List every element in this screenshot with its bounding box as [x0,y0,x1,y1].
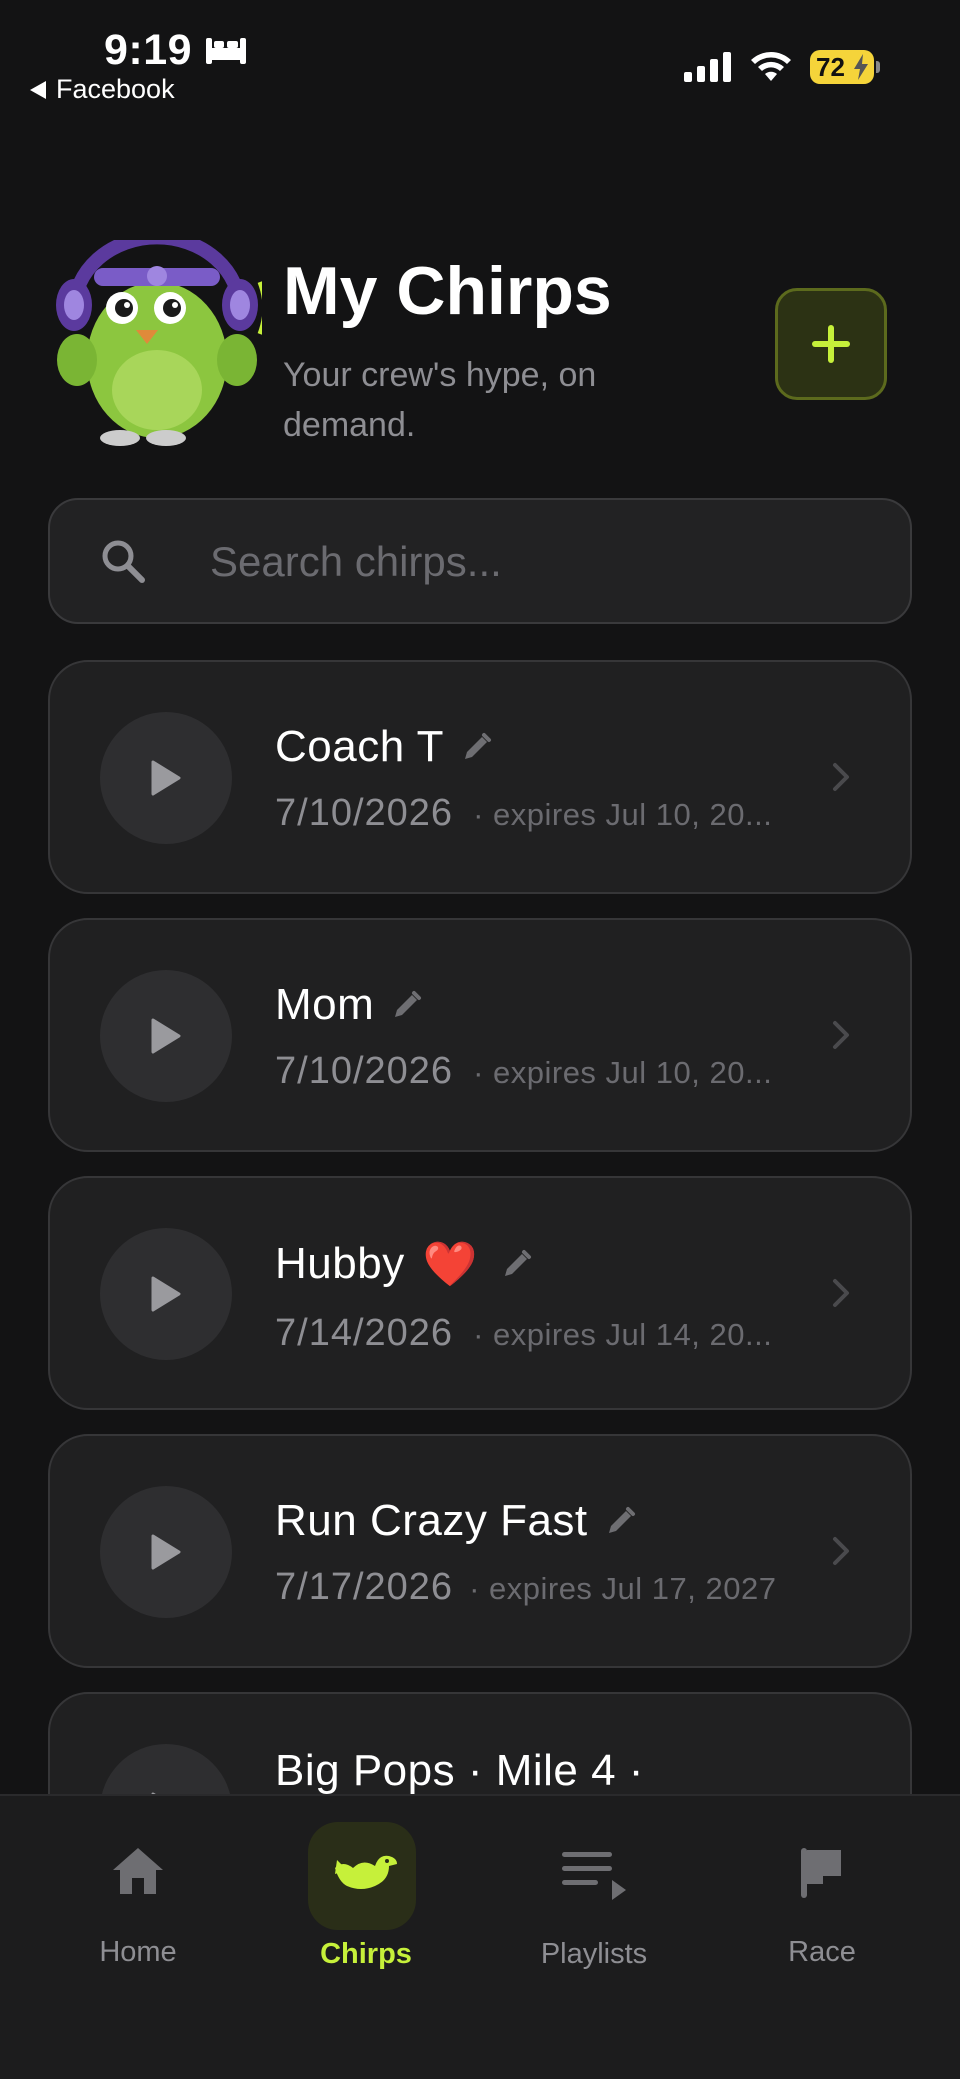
screen: 9:19 Facebook 72 My Chirps Your crew's h… [0,0,960,2079]
chirp-meta: 7/17/2026 · expires Jul 17, 2027 [275,1566,855,1609]
page-title: My Chirps [283,253,612,329]
edit-pencil-icon[interactable] [502,1249,532,1279]
battery-tip [876,61,880,73]
mascot-bird-icon [56,240,262,446]
play-icon [151,1534,181,1570]
play-button[interactable] [100,970,232,1102]
chirp-date: 7/10/2026 [275,792,454,834]
back-to-app-link[interactable]: Facebook [30,74,175,105]
edit-pencil-icon[interactable] [606,1506,636,1536]
chirp-card[interactable]: Coach T 7/10/2026 · expires Jul 10, 20..… [48,660,912,894]
chirp-expires: · expires Jul 14, 20... [473,1317,773,1352]
chirp-expires: · expires Jul 10, 20... [473,797,773,832]
play-icon [151,1018,181,1054]
play-icon [151,1276,181,1312]
chirp-name-row: Coach T [275,722,492,772]
status-indicators: 72 [684,50,880,84]
chirp-card[interactable]: Run Crazy Fast 7/17/2026 · expires Jul 1… [48,1434,912,1668]
home-icon [111,1846,165,1896]
bottom-tab-bar: Home Chirps Playlists Race [0,1794,960,2079]
chirp-name-row: Run Crazy Fast [275,1496,636,1546]
play-button[interactable] [100,712,232,844]
playlist-icon [560,1850,628,1900]
bird-icon [333,1850,399,1894]
chirp-name: Hubby [275,1239,405,1288]
wifi-icon [751,52,791,81]
chevron-right-icon [833,763,849,791]
chirp-name-row: Big Pops · Mile 4 · [275,1746,644,1796]
search-icon [102,540,145,583]
edit-pencil-icon[interactable] [392,990,422,1020]
chirp-date: 7/14/2026 [275,1312,454,1354]
tab-label: Race [788,1936,856,1968]
sleep-bed-icon [206,37,247,64]
battery-level: 72 [816,51,845,82]
tab-playlists[interactable]: Playlists [494,1796,694,1996]
plus-icon [812,325,850,363]
chirp-card[interactable]: Mom 7/10/2026 · expires Jul 10, 20... [48,918,912,1152]
chirp-name: Mom [275,980,375,1029]
cellular-signal-icon [684,52,731,82]
play-icon [151,760,181,796]
back-triangle-icon [30,80,46,99]
tab-label: Chirps [320,1938,412,1970]
chirp-meta: 7/14/2026 · expires Jul 14, 20... [275,1312,815,1355]
page-subtitle: Your crew's hype, on demand. [283,356,597,444]
search-bar [48,498,912,624]
tab-home[interactable]: Home [38,1796,238,1996]
tab-race[interactable]: Race [722,1796,922,1996]
chirp-date: 7/10/2026 [275,1050,454,1092]
tab-label: Playlists [540,1938,648,1970]
heart-emoji: ❤️ [422,1240,478,1289]
chevron-right-icon [833,1537,849,1565]
play-button[interactable] [100,1486,232,1618]
status-time: 9:19 [104,26,248,75]
search-input[interactable] [210,530,860,594]
chevron-right-icon [833,1021,849,1049]
chirp-name-row: Mom [275,980,422,1030]
play-button[interactable] [100,1228,232,1360]
charging-bolt-icon [854,54,868,80]
flag-icon [799,1846,845,1900]
chirp-meta: 7/10/2026 · expires Jul 10, 20... [275,1050,815,1093]
chirp-name: Big Pops · Mile 4 · [275,1746,644,1795]
battery-indicator: 72 [810,50,874,84]
edit-pencil-icon[interactable] [462,732,492,762]
chirp-card[interactable]: Hubby ❤️ 7/14/2026 · expires Jul 14, 20.… [48,1176,912,1410]
tab-chirps[interactable]: Chirps [266,1796,466,1996]
chevron-right-icon [833,1279,849,1307]
back-app-label: Facebook [56,74,175,104]
chirp-name: Coach T [275,722,444,771]
chirp-expires: · expires Jul 17, 2027 [469,1571,777,1606]
tab-label: Home [99,1936,177,1968]
status-time-text: 9:19 [104,26,193,74]
chirp-name-row: Hubby ❤️ [275,1238,532,1290]
chirp-meta: 7/10/2026 · expires Jul 10, 20... [275,792,815,835]
chirp-expires: · expires Jul 10, 20... [473,1055,773,1090]
chirp-name: Run Crazy Fast [275,1496,588,1545]
add-chirp-button[interactable] [775,288,887,400]
chirp-date: 7/17/2026 [275,1566,454,1608]
